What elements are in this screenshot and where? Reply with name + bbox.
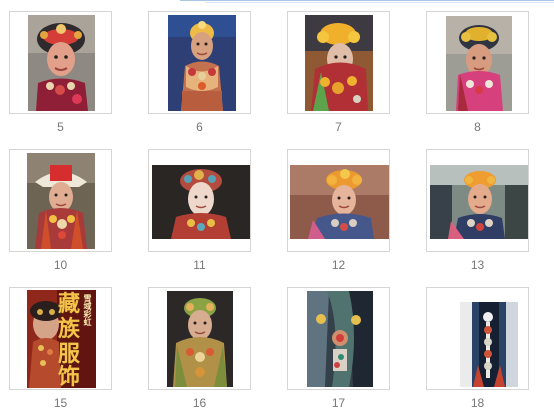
- thumbnail-number[interactable]: 11: [148, 258, 251, 272]
- thumbnail-item-16[interactable]: 16: [148, 287, 253, 413]
- thumbnail-number[interactable]: 17: [287, 396, 390, 410]
- thumbnail-number[interactable]: 12: [287, 258, 390, 272]
- poster-title-char-3: 服: [58, 341, 81, 367]
- poster-title-char-4: 饰: [58, 364, 81, 388]
- thumbnail-item-7[interactable]: 7: [287, 11, 392, 137]
- thumbnail-number[interactable]: 8: [426, 120, 529, 134]
- thumbnail-image[interactable]: [27, 153, 95, 249]
- thumbnail-image[interactable]: [460, 302, 518, 387]
- thumbnail-number[interactable]: 7: [287, 120, 390, 134]
- thumbnail-number[interactable]: 10: [9, 258, 112, 272]
- thumbnail-item-10[interactable]: 10: [9, 149, 114, 275]
- thumbnail-image[interactable]: [290, 165, 389, 239]
- thumbnail-item-17[interactable]: 17: [287, 287, 392, 413]
- poster-title-char-1: 藏: [58, 291, 81, 317]
- thumbnail-item-12[interactable]: 12: [287, 149, 392, 275]
- thumbnail-number[interactable]: 16: [148, 396, 251, 410]
- thumbnail-gallery: 5 6 7 8 10 11 12 13 藏 族 服 饰 雪域彩虹 15 16 1…: [0, 0, 554, 412]
- thumbnail-number[interactable]: 13: [426, 258, 529, 272]
- thumbnail-item-15[interactable]: 藏 族 服 饰 雪域彩虹 15: [9, 287, 114, 413]
- thumbnail-item-6[interactable]: 6: [148, 11, 253, 137]
- thumbnail-number[interactable]: 18: [426, 396, 529, 410]
- thumbnail-image[interactable]: [168, 15, 236, 111]
- thumbnail-image[interactable]: 藏 族 服 饰 雪域彩虹: [27, 290, 96, 388]
- thumbnail-image[interactable]: [430, 165, 528, 239]
- thumbnail-image[interactable]: [28, 15, 95, 111]
- thumbnail-item-18[interactable]: 18: [426, 287, 531, 413]
- thumbnail-number[interactable]: 5: [9, 120, 112, 134]
- thumbnail-item-11[interactable]: 11: [148, 149, 253, 275]
- thumbnail-image[interactable]: [305, 15, 373, 111]
- poster-title-char-2: 族: [58, 316, 81, 342]
- thumbnail-image[interactable]: [167, 291, 233, 387]
- thumbnail-number[interactable]: 6: [148, 120, 251, 134]
- thumbnail-image[interactable]: [152, 165, 250, 239]
- thumbnail-item-8[interactable]: 8: [426, 11, 531, 137]
- thumbnail-number[interactable]: 15: [9, 396, 112, 410]
- poster-side-text: 雪域彩虹: [83, 294, 92, 326]
- thumbnail-item-5[interactable]: 5: [9, 11, 114, 137]
- thumbnail-image[interactable]: [307, 291, 373, 387]
- thumbnail-item-13[interactable]: 13: [426, 149, 531, 275]
- thumbnail-image[interactable]: [446, 16, 512, 111]
